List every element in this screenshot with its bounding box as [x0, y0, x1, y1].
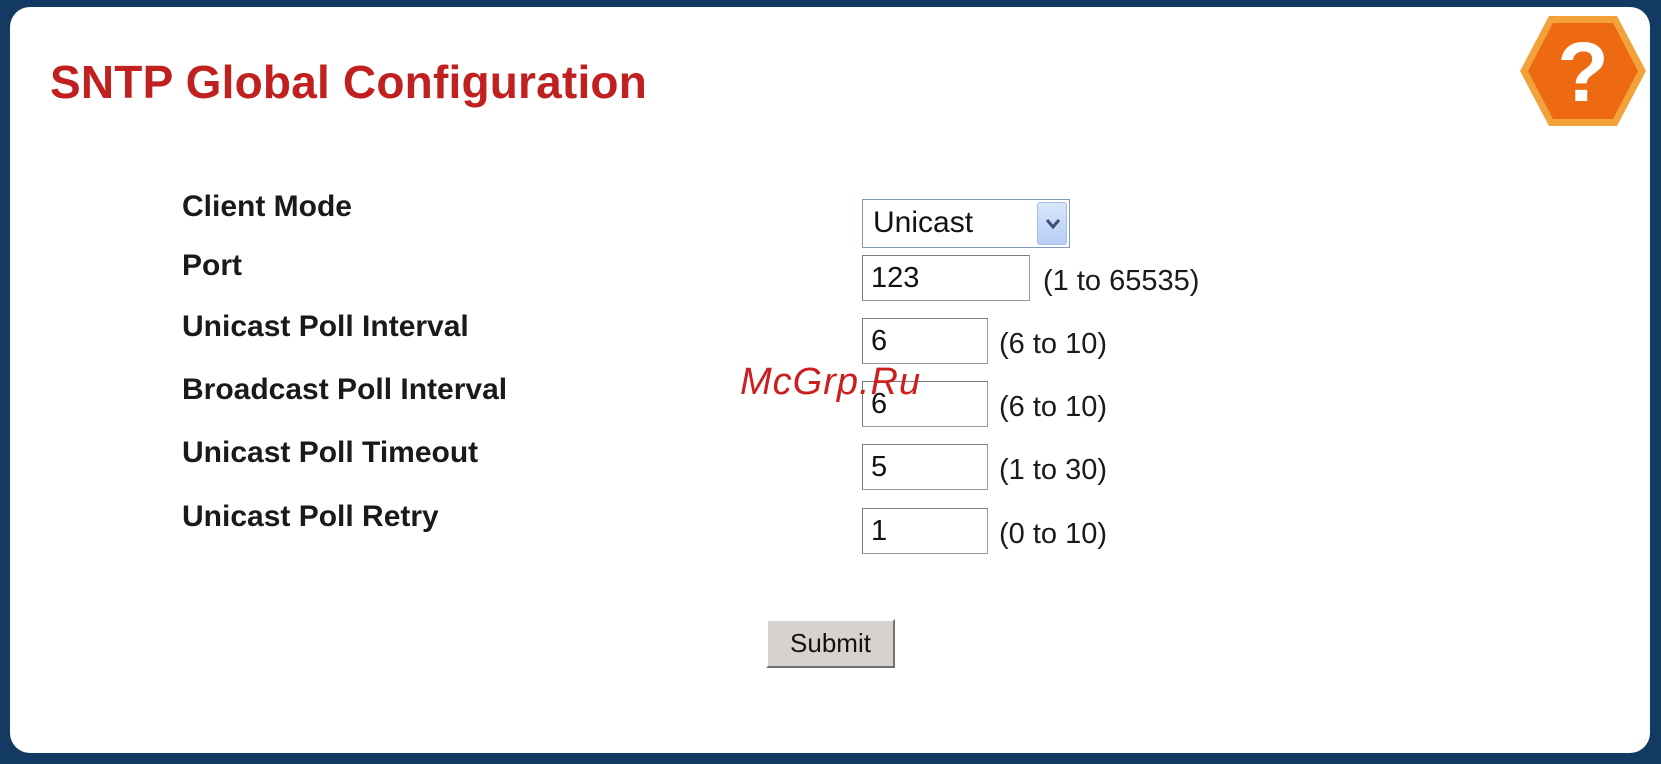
chevron-down-icon	[1045, 219, 1061, 230]
help-button[interactable]: ?	[1518, 13, 1648, 129]
unicast-poll-interval-label: Unicast Poll Interval	[182, 310, 469, 343]
page-title: SNTP Global Configuration	[50, 56, 648, 108]
unicast-poll-retry-range: (0 to 10)	[999, 518, 1107, 550]
broadcast-poll-interval-range: (6 to 10)	[999, 391, 1107, 423]
help-question-icon: ?	[1520, 16, 1646, 126]
select-arrow-button[interactable]	[1037, 202, 1067, 245]
unicast-poll-timeout-label: Unicast Poll Timeout	[182, 436, 479, 469]
unicast-poll-interval-input[interactable]	[862, 318, 988, 364]
unicast-poll-interval-range: (6 to 10)	[999, 328, 1107, 360]
client-mode-label: Client Mode	[182, 190, 352, 223]
unicast-poll-timeout-input[interactable]	[862, 444, 988, 490]
port-label: Port	[182, 249, 242, 282]
broadcast-poll-interval-label: Broadcast Poll Interval	[182, 373, 508, 406]
port-range: (1 to 65535)	[1043, 265, 1200, 297]
unicast-poll-retry-input[interactable]	[862, 508, 988, 554]
port-input[interactable]	[862, 255, 1030, 301]
client-mode-select[interactable]: Unicast	[862, 199, 1070, 248]
unicast-poll-timeout-range: (1 to 30)	[999, 454, 1107, 486]
unicast-poll-retry-label: Unicast Poll Retry	[182, 500, 439, 533]
help-symbol: ?	[1557, 25, 1608, 119]
watermark-text: McGrp.Ru	[740, 361, 922, 403]
config-panel: SNTP Global Configuration ? Client Mode …	[10, 7, 1650, 753]
submit-button[interactable]: Submit	[766, 619, 895, 668]
client-mode-value: Unicast	[873, 206, 974, 239]
